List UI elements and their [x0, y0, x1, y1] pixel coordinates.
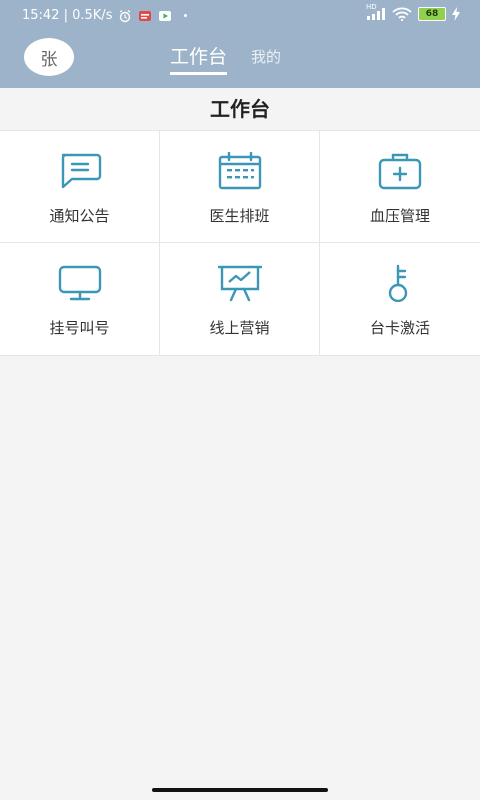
- alarm-icon: [118, 9, 132, 23]
- presentation-chart-icon: [217, 263, 263, 303]
- grid-item-label: 挂号叫号: [49, 319, 110, 337]
- medical-kit-icon: [377, 151, 423, 191]
- page-title: 工作台: [0, 88, 480, 130]
- grid-item-card-activation[interactable]: 台卡激活: [320, 243, 480, 355]
- tab-mine[interactable]: 我的: [251, 46, 281, 67]
- battery-level: 68: [425, 9, 439, 19]
- message-icon: [57, 151, 103, 191]
- play-app-icon: [158, 9, 172, 23]
- signal-hd-label: HD: [366, 3, 377, 11]
- status-time-speed: 15:42 | 0.5K/s: [22, 8, 113, 23]
- status-right: HD 68: [366, 3, 460, 22]
- grid-item-label: 台卡激活: [369, 319, 430, 337]
- grid-item-label: 线上营销: [209, 319, 270, 337]
- grid-item-notice[interactable]: 通知公告: [0, 131, 160, 243]
- avatar[interactable]: 张: [24, 38, 74, 76]
- status-left: 15:42 | 0.5K/s: [22, 8, 188, 23]
- signal-icon: HD: [366, 3, 386, 20]
- status-bar: 15:42 | 0.5K/s HD 68: [0, 0, 480, 32]
- grid-item-label: 血压管理: [369, 207, 430, 225]
- tab-workbench-label: 工作台: [170, 46, 228, 68]
- avatar-text: 张: [40, 49, 58, 70]
- status-dot: [184, 14, 188, 17]
- tab-mine-label: 我的: [251, 48, 282, 66]
- charging-icon: [452, 7, 460, 21]
- grid-item-blood-pressure[interactable]: 血压管理: [320, 131, 480, 243]
- monitor-icon: [57, 263, 103, 303]
- grid-item-queue-calling[interactable]: 挂号叫号: [0, 243, 160, 355]
- grid-item-label: 通知公告: [49, 207, 110, 225]
- calendar-icon: [217, 151, 263, 191]
- wifi-icon: [392, 7, 412, 22]
- grid-item-label: 医生排班: [209, 207, 270, 225]
- home-indicator[interactable]: [152, 788, 328, 792]
- news-app-icon: [138, 9, 152, 23]
- top-tabs: 工作台 我的: [170, 42, 281, 75]
- key-icon: [377, 263, 423, 303]
- battery-icon: 68: [418, 7, 446, 21]
- feature-grid: 通知公告 医生排班 血压管理 挂号叫号 线上营销 台卡激活: [0, 130, 480, 356]
- header-bar: 15:42 | 0.5K/s HD 68 张 工作台 我的: [0, 0, 480, 88]
- grid-item-online-marketing[interactable]: 线上营销: [160, 243, 320, 355]
- grid-item-doctor-schedule[interactable]: 医生排班: [160, 131, 320, 243]
- tab-workbench[interactable]: 工作台: [170, 42, 228, 75]
